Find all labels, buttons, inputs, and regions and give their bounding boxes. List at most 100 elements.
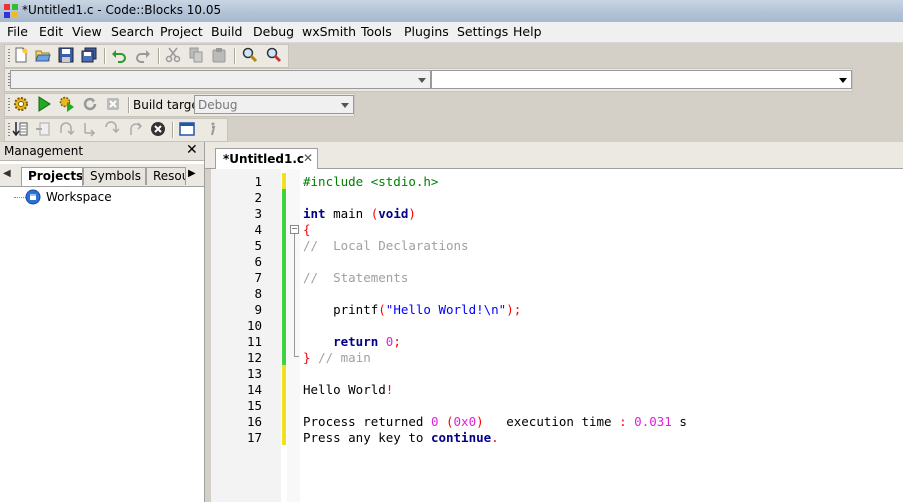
step-out-icon[interactable] — [127, 121, 143, 137]
tab-scroll-right-icon[interactable]: ▶ — [188, 168, 196, 179]
code-line: Press any key to continue. — [303, 430, 499, 445]
menu-edit[interactable]: Edit — [39, 24, 63, 39]
menu-tools[interactable]: Tools — [361, 24, 392, 39]
line-number: 17 — [246, 430, 262, 445]
code-line: #include <stdio.h> — [303, 174, 439, 189]
menu-help[interactable]: Help — [513, 24, 542, 39]
code-line: // Local Declarations — [303, 238, 469, 253]
code-line: int main (void) — [303, 206, 416, 221]
codeblocks-app-icon — [4, 4, 18, 18]
line-number: 14 — [246, 382, 262, 397]
save-icon[interactable] — [58, 47, 74, 63]
menu-build[interactable]: Build — [211, 24, 242, 39]
toolbar-separator — [158, 48, 160, 64]
line-number: 3 — [254, 206, 262, 221]
stop-debugger-icon[interactable] — [150, 121, 166, 137]
tab-symbols[interactable]: Symbols — [83, 167, 146, 185]
code-line: printf("Hello World!\n"); — [303, 302, 522, 317]
code-line: return 0; — [333, 334, 401, 349]
compiler-toolbar: Build target: Debug — [4, 93, 355, 117]
save-all-icon[interactable] — [81, 47, 97, 63]
info-icon[interactable] — [204, 121, 220, 137]
menu-wxsmith[interactable]: wxSmith — [302, 24, 356, 39]
close-icon[interactable]: ✕ — [186, 142, 198, 158]
line-number: 9 — [254, 302, 262, 317]
change-marker — [282, 189, 286, 365]
toolbar-separator — [104, 48, 106, 64]
code-line: Process returned 0 (0x0) execution time … — [303, 414, 687, 429]
replace-icon[interactable] — [266, 47, 282, 63]
build-and-run-icon[interactable] — [59, 96, 75, 112]
function-combo[interactable] — [431, 70, 852, 89]
line-number: 16 — [246, 414, 262, 429]
line-number: 7 — [254, 270, 262, 285]
line-number: 11 — [246, 334, 262, 349]
menu-search[interactable]: Search — [111, 24, 154, 39]
menu-plugins[interactable]: Plugins — [404, 24, 449, 39]
new-file-icon[interactable] — [13, 47, 29, 63]
line-number: 1 — [254, 174, 262, 189]
run-icon[interactable] — [36, 96, 52, 112]
code-line: Hello World! — [303, 382, 394, 397]
line-number: 5 — [254, 238, 262, 253]
copy-icon[interactable] — [188, 47, 204, 63]
build-target-value: Debug — [198, 98, 238, 112]
editor-tab-label: *Untitled1.c — [223, 152, 305, 166]
fold-collapse-icon[interactable]: − — [290, 225, 299, 234]
abort-icon[interactable] — [105, 96, 121, 112]
window-title: *Untitled1.c - Code::Blocks 10.05 — [22, 3, 222, 17]
change-marker — [282, 365, 286, 445]
fold-line — [294, 356, 299, 357]
code-line: { — [303, 222, 311, 237]
debugger-toolbar — [4, 118, 228, 142]
line-number: 15 — [246, 398, 262, 413]
run-to-cursor-icon[interactable] — [35, 121, 51, 137]
workspace-icon — [25, 189, 41, 205]
line-number: 10 — [246, 318, 262, 333]
rebuild-icon[interactable] — [82, 96, 98, 112]
close-icon[interactable]: ✕ — [303, 151, 313, 165]
change-marker — [282, 173, 286, 189]
debug-continue-icon[interactable] — [12, 121, 28, 137]
menu-debug[interactable]: Debug — [253, 24, 294, 39]
line-number: 8 — [254, 286, 262, 301]
menu-project[interactable]: Project — [160, 24, 203, 39]
toolbar-grip[interactable] — [8, 123, 10, 137]
step-into-icon[interactable] — [104, 121, 120, 137]
code-line: // Statements — [303, 270, 409, 285]
open-folder-icon[interactable] — [35, 47, 51, 63]
next-instruction-icon[interactable] — [81, 121, 97, 137]
management-title: Management — [4, 144, 84, 158]
scope-combo[interactable] — [10, 70, 431, 89]
menu-view[interactable]: View — [72, 24, 102, 39]
line-number: 2 — [254, 190, 262, 205]
line-number: 13 — [246, 366, 262, 381]
fold-line — [294, 234, 295, 357]
menu-bar: File Edit View Search Project Build Debu… — [0, 22, 903, 43]
cut-icon[interactable] — [165, 47, 181, 63]
tree-item-workspace[interactable]: Workspace — [46, 190, 112, 204]
toolbar-grip[interactable] — [8, 98, 10, 112]
menu-settings[interactable]: Settings — [457, 24, 508, 39]
next-line-icon[interactable] — [58, 121, 74, 137]
code-line: } // main — [303, 350, 371, 365]
toolbar-grip[interactable] — [8, 49, 10, 63]
toolbar-separator — [172, 122, 174, 138]
tab-projects[interactable]: Projects — [21, 167, 83, 186]
redo-icon[interactable] — [135, 47, 151, 63]
toolbar-separator — [128, 97, 130, 113]
find-icon[interactable] — [242, 47, 258, 63]
main-toolbar — [4, 44, 289, 68]
chevron-down-icon — [341, 103, 349, 108]
paste-icon[interactable] — [211, 47, 227, 63]
tab-resources[interactable]: Resou — [146, 167, 186, 185]
undo-icon[interactable] — [111, 47, 127, 63]
build-gear-icon[interactable] — [13, 96, 29, 112]
menu-file[interactable]: File — [7, 24, 28, 39]
tab-scroll-left-icon[interactable]: ◀ — [3, 168, 17, 184]
code-completion-toolbar — [4, 68, 853, 92]
build-target-select[interactable]: Debug — [194, 95, 354, 114]
chevron-down-icon — [839, 78, 847, 83]
debug-windows-icon[interactable] — [179, 121, 195, 137]
line-number: 6 — [254, 254, 262, 269]
